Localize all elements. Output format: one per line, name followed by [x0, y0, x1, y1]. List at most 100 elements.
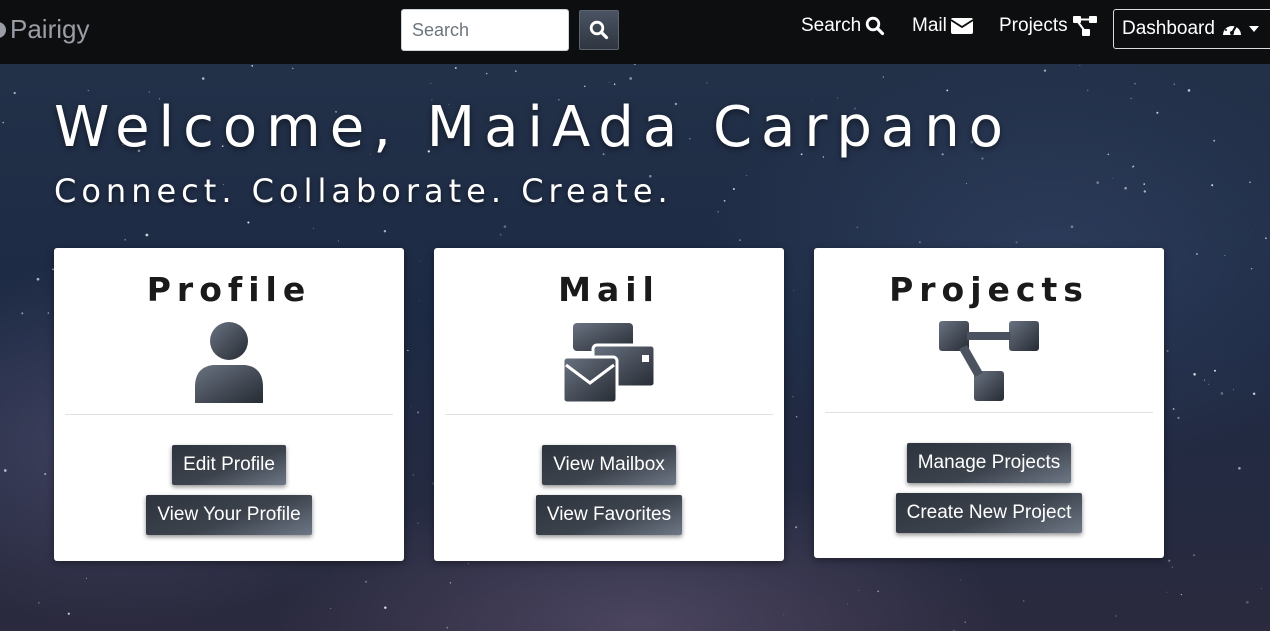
search-input[interactable] — [401, 9, 569, 51]
star — [793, 290, 795, 292]
star — [783, 614, 785, 616]
star — [47, 312, 49, 314]
star — [312, 227, 314, 229]
star — [1079, 65, 1081, 66]
view-your-profile-button[interactable]: View Your Profile — [146, 495, 312, 535]
view-favorites-button[interactable]: View Favorites — [535, 495, 683, 535]
star — [1171, 566, 1174, 568]
star — [1096, 181, 1100, 184]
projects-card: Projects Manage Projects Create New Proj… — [814, 248, 1164, 558]
star — [1224, 254, 1226, 256]
star — [919, 241, 921, 244]
dashboard-dropdown[interactable]: Dashboard — [1113, 9, 1270, 49]
search-button[interactable] — [579, 10, 619, 50]
star — [21, 312, 24, 315]
brand-mark-icon — [0, 21, 6, 38]
star — [946, 89, 949, 92]
card-divider — [445, 414, 773, 415]
star — [247, 221, 250, 224]
star — [36, 277, 40, 281]
star — [3, 469, 7, 472]
user-icon — [195, 322, 263, 403]
nav-mail-label: Mail — [912, 15, 947, 36]
manage-projects-button[interactable]: Manage Projects — [906, 443, 1072, 483]
star — [1246, 600, 1249, 604]
star — [583, 85, 586, 88]
star — [417, 522, 419, 524]
star — [856, 226, 858, 228]
top-navbar: Pairigy Search Mail Projects — [0, 0, 1270, 64]
star — [1124, 186, 1127, 190]
star — [364, 580, 367, 583]
star — [1143, 190, 1146, 193]
star — [124, 238, 126, 241]
edit-profile-button[interactable]: Edit Profile — [172, 445, 286, 485]
create-new-project-button[interactable]: Create New Project — [895, 493, 1083, 533]
star — [795, 416, 798, 418]
tagline: Connect. Collaborate. Create. — [54, 172, 673, 210]
nav-search-link[interactable]: Search — [801, 15, 885, 37]
project-tree-icon — [1072, 16, 1097, 36]
star — [514, 70, 517, 73]
star — [2, 121, 4, 124]
star — [877, 590, 880, 593]
star — [1211, 184, 1214, 187]
star — [1252, 392, 1256, 395]
star — [1166, 349, 1169, 352]
star — [44, 472, 47, 476]
view-mailbox-button[interactable]: View Mailbox — [542, 445, 676, 485]
star — [629, 77, 633, 80]
profile-actions: Edit Profile View Your Profile — [54, 445, 404, 535]
star — [292, 67, 294, 70]
star — [67, 612, 70, 615]
star — [1238, 466, 1241, 470]
star — [430, 82, 432, 84]
star — [407, 349, 409, 352]
gauge-icon — [1222, 23, 1241, 35]
star — [503, 225, 507, 228]
profile-icon-wrap — [54, 316, 404, 408]
dashboard-label: Dashboard — [1122, 18, 1215, 39]
star — [1220, 392, 1224, 395]
star — [201, 77, 205, 80]
star — [966, 183, 968, 184]
star — [1173, 83, 1176, 85]
nav-mail-link[interactable]: Mail — [912, 15, 973, 37]
star — [1180, 593, 1183, 596]
projects-actions: Manage Projects Create New Project — [814, 443, 1164, 533]
search-icon — [589, 20, 609, 40]
star — [1112, 177, 1114, 179]
nav-projects-label: Projects — [999, 15, 1068, 36]
star — [410, 405, 412, 407]
brand-logo[interactable]: Pairigy — [0, 14, 89, 45]
nav-projects-link[interactable]: Projects — [999, 15, 1098, 37]
star — [383, 230, 387, 233]
projects-icon-wrap — [814, 316, 1164, 406]
envelope-icon — [950, 18, 973, 34]
star — [1204, 379, 1206, 381]
star — [1250, 267, 1253, 270]
star — [732, 188, 735, 190]
star — [1168, 559, 1171, 562]
star — [717, 211, 719, 213]
star — [467, 562, 469, 564]
star — [1015, 241, 1018, 244]
star — [1251, 231, 1253, 233]
star — [746, 174, 748, 176]
star — [13, 91, 16, 95]
star — [706, 82, 708, 84]
star — [1260, 588, 1262, 589]
star — [486, 72, 488, 75]
mail-icon-wrap — [434, 316, 784, 408]
star — [85, 577, 87, 579]
star — [1107, 153, 1110, 156]
star — [1187, 89, 1191, 92]
star — [145, 233, 149, 237]
projects-card-title: Projects — [889, 270, 1089, 309]
card-divider — [65, 414, 393, 415]
mail-card: Mail View Mailbox View Favorites — [434, 248, 784, 561]
chevron-down-icon — [1248, 26, 1259, 32]
star — [1195, 253, 1198, 255]
star — [1213, 139, 1216, 142]
star — [1115, 615, 1117, 617]
